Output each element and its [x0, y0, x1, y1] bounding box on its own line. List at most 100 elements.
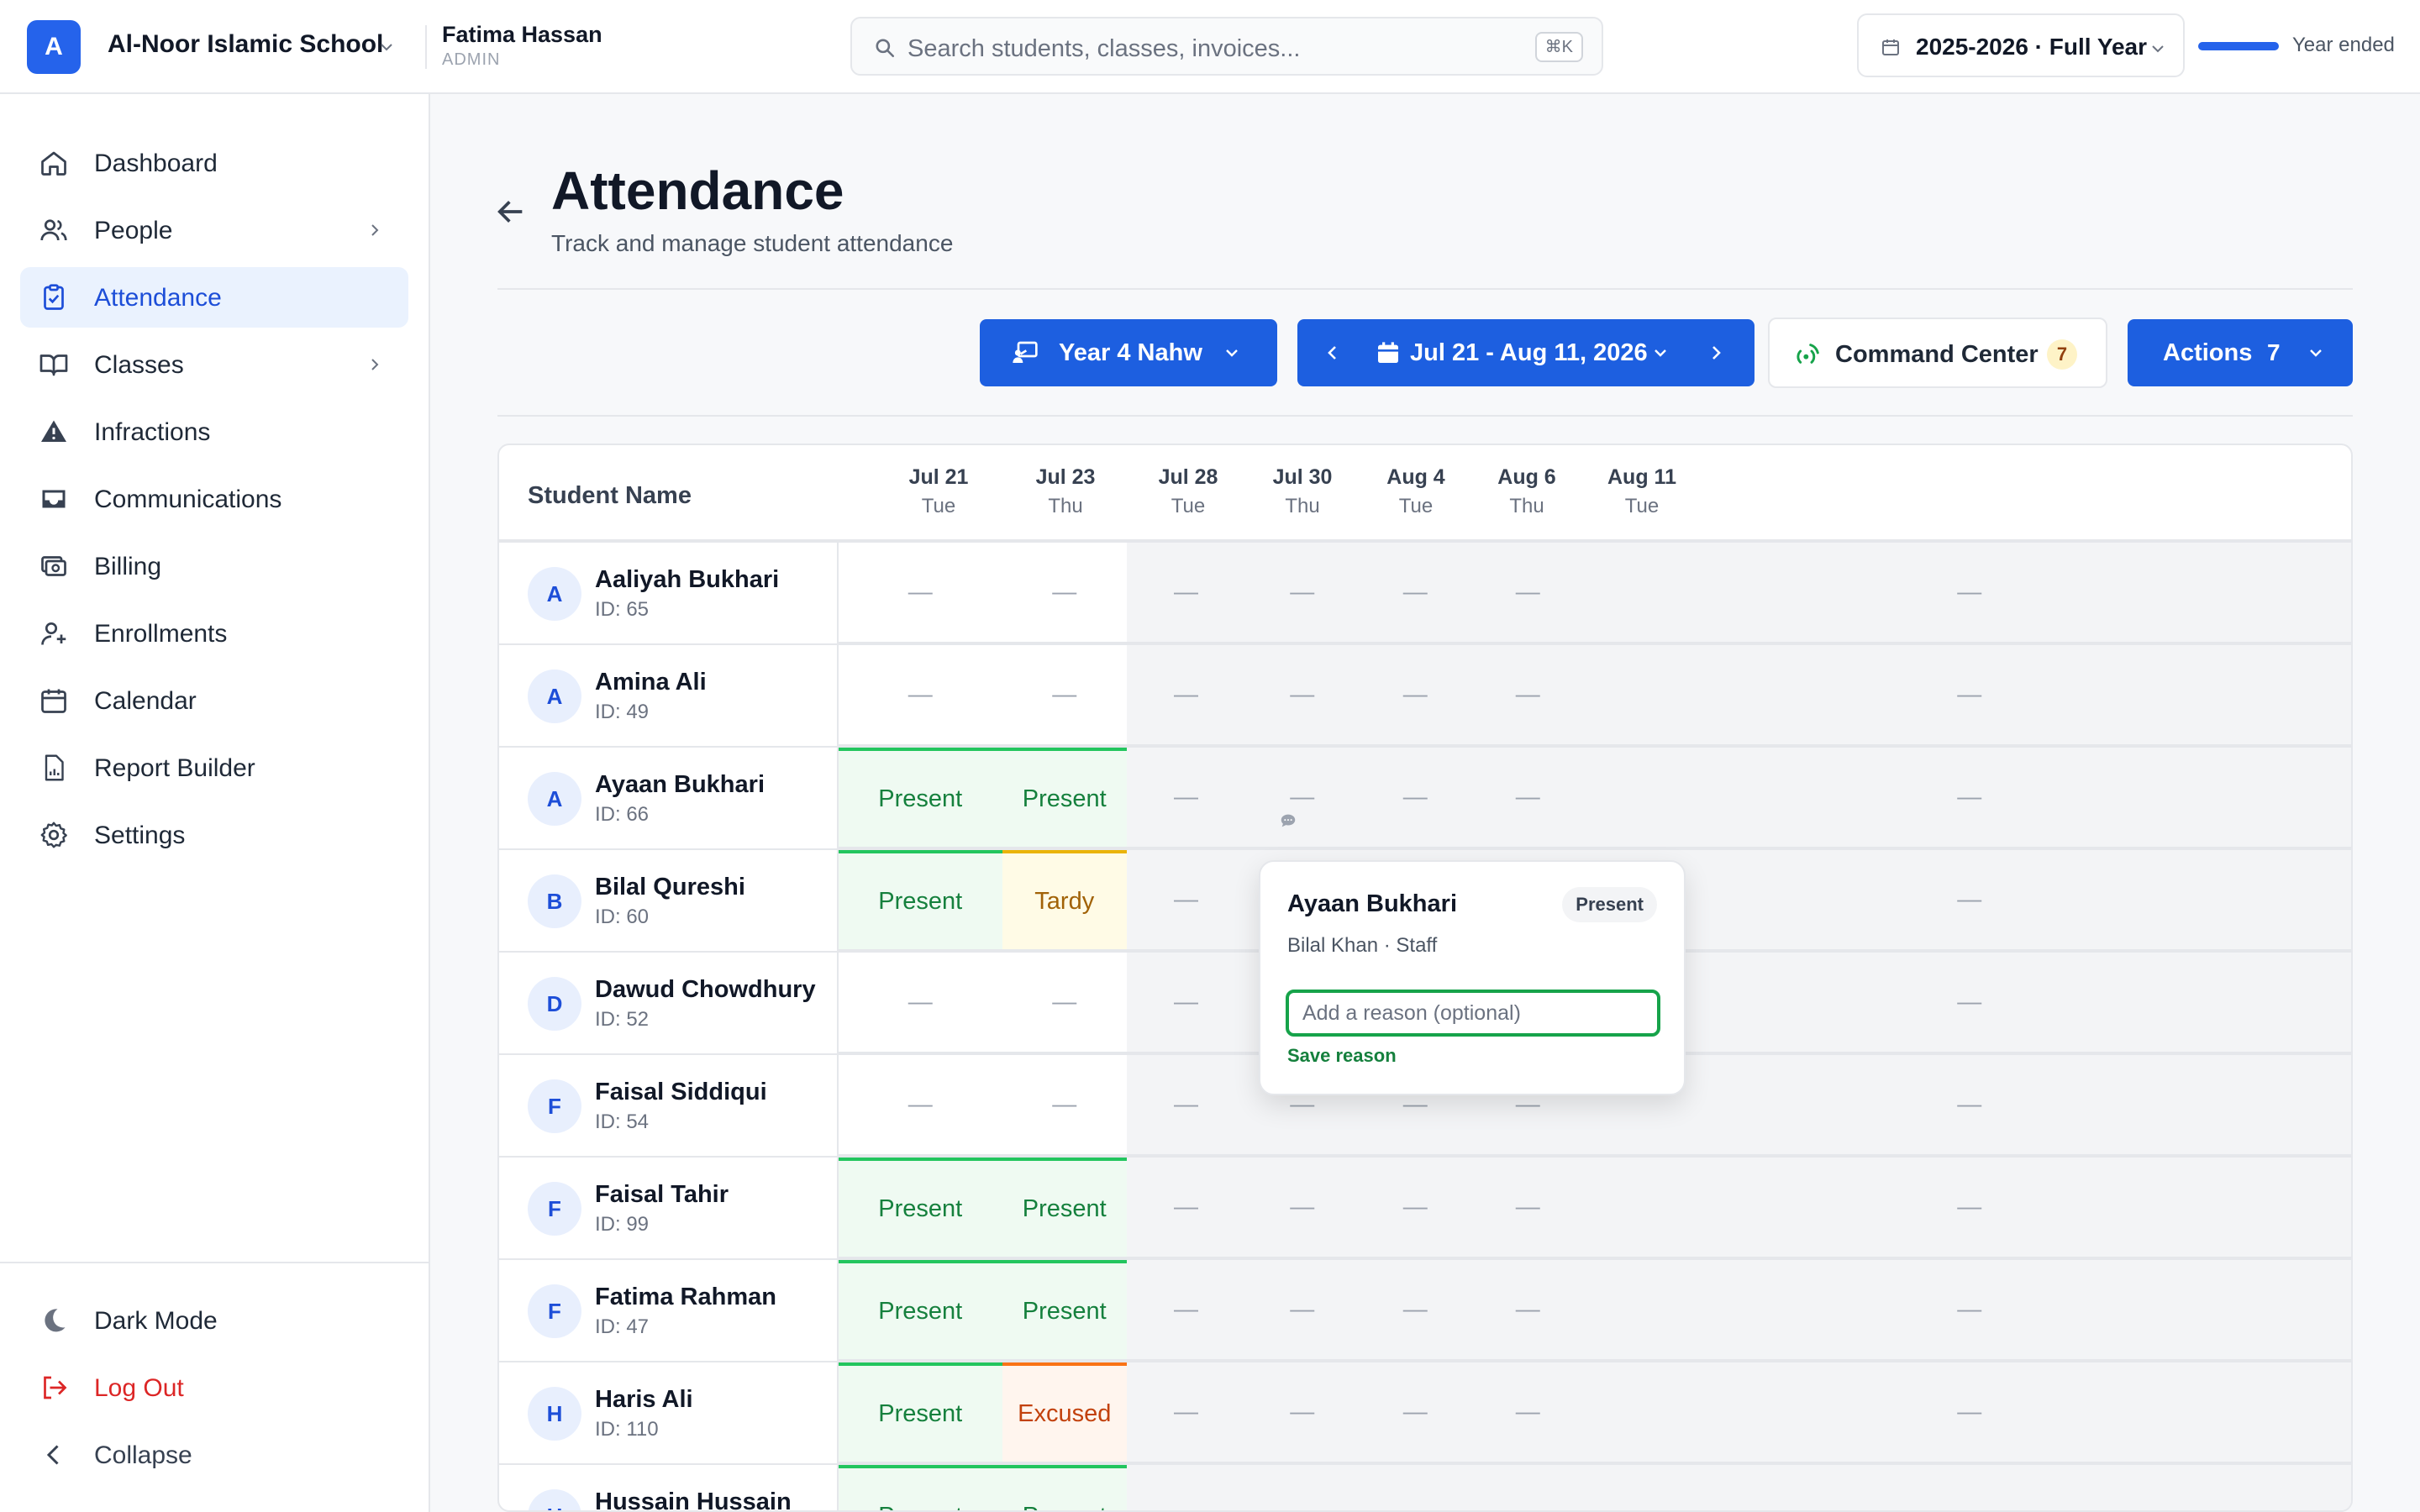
attendance-cell[interactable]: — [1245, 748, 1360, 850]
attendance-cell[interactable]: — [1127, 1055, 1245, 1158]
student-name[interactable]: Bilal Qureshi [595, 874, 745, 901]
student-name[interactable]: Hussain Hussain [595, 1488, 792, 1510]
sidebar-item-settings[interactable]: Settings [20, 805, 408, 865]
attendance-cell[interactable]: — [1471, 543, 1585, 645]
attendance-cell[interactable]: — [1127, 543, 1245, 645]
date-range-picker[interactable]: Jul 21 - Aug 11, 2026 [1297, 319, 1754, 386]
attendance-cell[interactable]: — [1127, 1362, 1245, 1465]
attendance-cell[interactable]: — [1245, 645, 1360, 748]
attendance-cell[interactable]: Present [1002, 748, 1127, 850]
sidebar-item-billing[interactable]: Billing [20, 536, 408, 596]
attendance-cell[interactable]: — [1471, 1465, 1585, 1510]
attendance-cell[interactable]: — [1584, 748, 2351, 850]
attendance-cell[interactable]: — [1359, 1465, 1471, 1510]
sidebar-item-communications[interactable]: Communications [20, 469, 408, 529]
attendance-cell[interactable]: — [1584, 1055, 2351, 1158]
collapse-sidebar-button[interactable]: Collapse [20, 1425, 408, 1485]
day-column-header[interactable]: Aug 11 Tue [1558, 465, 1726, 518]
attendance-cell[interactable]: — [1359, 1158, 1471, 1260]
student-name[interactable]: Haris Ali [595, 1386, 693, 1414]
attendance-cell[interactable]: Present [839, 748, 1002, 850]
attendance-cell[interactable]: — [1245, 1362, 1360, 1465]
attendance-cell[interactable]: — [1245, 1158, 1360, 1260]
attendance-cell[interactable]: — [1471, 1362, 1585, 1465]
attendance-cell[interactable]: — [1127, 850, 1245, 953]
attendance-cell[interactable]: — [839, 543, 1002, 645]
attendance-cell[interactable]: — [1002, 645, 1128, 748]
chevron-down-icon[interactable] [376, 37, 397, 57]
attendance-cell[interactable]: — [1584, 1362, 2351, 1465]
student-name[interactable]: Amina Ali [595, 669, 707, 696]
dark-mode-toggle[interactable]: Dark Mode [20, 1290, 408, 1351]
attendance-cell[interactable]: — [1359, 1260, 1471, 1362]
attendance-cell[interactable]: — [1127, 1260, 1245, 1362]
logout-button[interactable]: Log Out [20, 1357, 408, 1418]
attendance-cell[interactable]: Present [839, 1158, 1002, 1260]
attendance-cell[interactable]: — [1245, 543, 1360, 645]
global-search-input[interactable]: Search students, classes, invoices... ⌘K [850, 17, 1603, 76]
save-reason-link[interactable]: Save reason [1287, 1045, 1397, 1067]
attendance-cell[interactable]: — [1002, 1055, 1128, 1158]
school-name[interactable]: Al-Noor Islamic School [108, 30, 383, 59]
attendance-cell[interactable]: Excused [1002, 1362, 1127, 1465]
attendance-cell[interactable]: Present [839, 1260, 1002, 1362]
sidebar-item-attendance[interactable]: Attendance [20, 267, 408, 328]
attendance-cell[interactable]: — [1359, 645, 1471, 748]
actions-menu-button[interactable]: Actions 7 [2128, 319, 2353, 386]
attendance-cell[interactable]: — [1359, 748, 1471, 850]
attendance-cell[interactable]: — [839, 1055, 1002, 1158]
class-select-button[interactable]: Year 4 Nahw [980, 319, 1277, 386]
sidebar-item-report-builder[interactable]: Report Builder [20, 738, 408, 798]
attendance-cell[interactable]: — [1127, 645, 1245, 748]
attendance-cell[interactable]: Present [1002, 1158, 1127, 1260]
attendance-cell[interactable]: Present [839, 1362, 1002, 1465]
reason-input[interactable] [1286, 990, 1660, 1037]
attendance-cell[interactable]: — [1002, 953, 1128, 1055]
student-name[interactable]: Dawud Chowdhury [595, 976, 816, 1004]
student-name[interactable]: Aaliyah Bukhari [595, 566, 779, 594]
attendance-cell[interactable]: — [1584, 850, 2351, 953]
sidebar-item-dashboard[interactable]: Dashboard [20, 133, 408, 193]
attendance-cell[interactable]: — [1471, 1260, 1585, 1362]
attendance-cell[interactable]: — [1127, 953, 1245, 1055]
prev-period-button[interactable] [1323, 343, 1343, 363]
attendance-cell[interactable]: — [1471, 748, 1585, 850]
attendance-cell[interactable]: — [1584, 1465, 2351, 1510]
attendance-cell[interactable]: — [839, 645, 1002, 748]
attendance-cell[interactable]: — [1245, 1465, 1360, 1510]
attendance-cell[interactable]: — [1584, 953, 2351, 1055]
sidebar-item-infractions[interactable]: Infractions [20, 402, 408, 462]
student-name[interactable]: Fatima Rahman [595, 1284, 776, 1311]
attendance-cell[interactable]: — [1002, 543, 1128, 645]
attendance-cell[interactable]: — [1471, 1158, 1585, 1260]
attendance-cell[interactable]: — [1471, 645, 1585, 748]
attendance-cell[interactable]: Tardy [1002, 850, 1127, 953]
student-name[interactable]: Faisal Tahir [595, 1181, 729, 1209]
attendance-cell[interactable]: — [1584, 1260, 2351, 1362]
attendance-cell[interactable]: — [1127, 748, 1245, 850]
next-period-button[interactable] [1706, 343, 1726, 363]
student-name[interactable]: Ayaan Bukhari [595, 771, 765, 799]
attendance-cell[interactable]: Present [839, 850, 1002, 953]
school-year-select[interactable]: 2025-2026 · Full Year [1857, 13, 2185, 77]
sidebar-item-enrollments[interactable]: Enrollments [20, 603, 408, 664]
attendance-cell[interactable]: Present [1002, 1465, 1127, 1510]
attendance-cell[interactable]: Present [1002, 1260, 1127, 1362]
attendance-cell[interactable]: Present [839, 1465, 1002, 1510]
school-logo[interactable]: A [27, 20, 81, 74]
attendance-cell[interactable]: — [1584, 543, 2351, 645]
sidebar-item-people[interactable]: People [20, 200, 408, 260]
attendance-cell[interactable]: — [1359, 1362, 1471, 1465]
attendance-cell[interactable]: — [1127, 1158, 1245, 1260]
comment-icon[interactable] [1279, 811, 1297, 830]
attendance-cell[interactable]: — [1245, 1260, 1360, 1362]
attendance-cell[interactable]: — [839, 953, 1002, 1055]
attendance-cell[interactable]: — [1359, 543, 1471, 645]
sidebar-item-calendar[interactable]: Calendar [20, 670, 408, 731]
attendance-cell[interactable]: — [1127, 1465, 1245, 1510]
command-center-button[interactable]: Command Center 7 [1768, 318, 2107, 388]
student-name[interactable]: Faisal Siddiqui [595, 1079, 767, 1106]
back-arrow-icon[interactable] [494, 195, 528, 228]
attendance-cell[interactable]: — [1584, 1158, 2351, 1260]
sidebar-item-classes[interactable]: Classes [20, 334, 408, 395]
